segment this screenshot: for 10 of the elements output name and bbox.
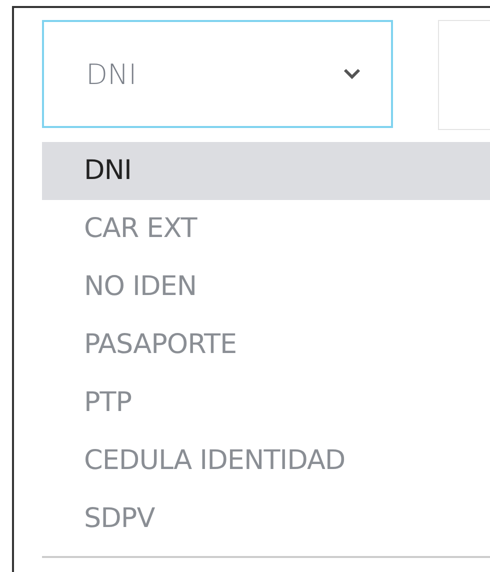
dropdown-option[interactable]: DNI [42, 142, 490, 200]
dropdown-option[interactable]: SDPV [42, 490, 490, 548]
dropdown-option[interactable]: PTP [42, 374, 490, 432]
dropdown-option[interactable]: PASAPORTE [42, 316, 490, 374]
chevron-down-icon [343, 68, 361, 80]
dropdown-option[interactable]: CEDULA IDENTIDAD [42, 432, 490, 490]
input-field[interactable] [438, 20, 490, 130]
dropdown-option[interactable]: CAR EXT [42, 200, 490, 258]
dropdown-option[interactable]: NO IDEN [42, 258, 490, 316]
select-field[interactable]: DNI [42, 20, 393, 128]
